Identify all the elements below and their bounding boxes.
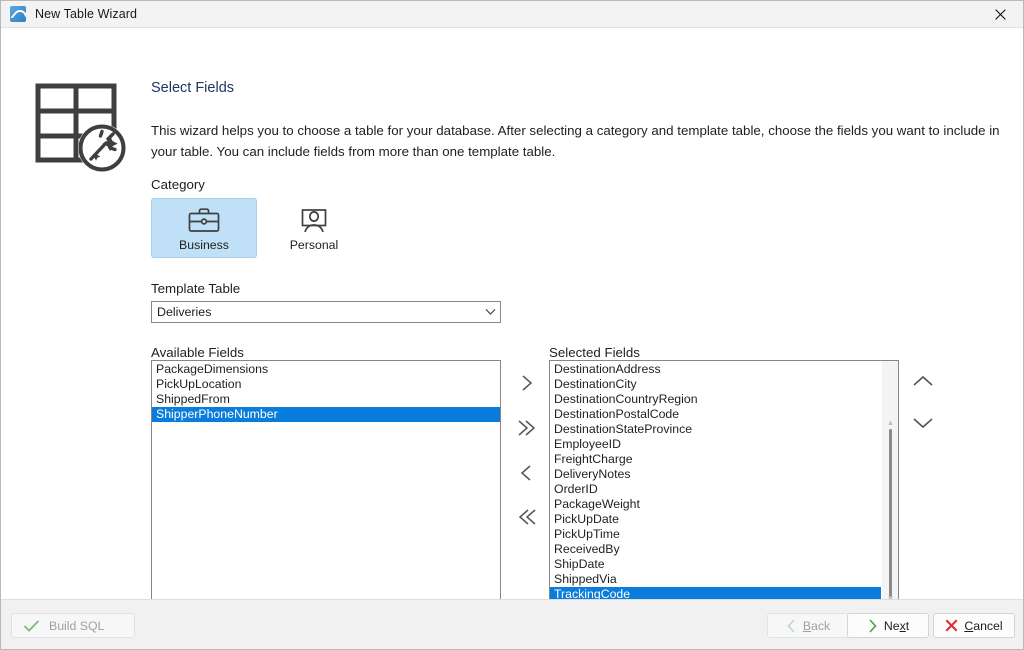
chevron-down-icon xyxy=(480,308,500,316)
wizard-content: Select Fields This wizard helps you to c… xyxy=(1,28,1023,620)
move-down-button[interactable] xyxy=(904,406,942,440)
page-description: This wizard helps you to choose a table … xyxy=(151,123,1000,159)
selected-field-item[interactable]: PickUpDate xyxy=(550,512,881,527)
move-all-right-button[interactable] xyxy=(510,411,544,445)
next-label: Next xyxy=(884,619,909,633)
selected-field-item[interactable]: PackageWeight xyxy=(550,497,881,512)
available-fields-label: Available Fields xyxy=(151,345,244,360)
back-button[interactable]: Back xyxy=(767,613,849,638)
category-option-personal-label: Personal xyxy=(289,237,339,252)
x-icon xyxy=(945,619,958,632)
move-all-left-button[interactable] xyxy=(510,500,544,534)
next-label-pre: Ne xyxy=(883,618,900,633)
page-title: Select Fields xyxy=(151,80,235,96)
available-field-item[interactable]: PickUpLocation xyxy=(152,377,500,392)
back-mnemonic: B xyxy=(802,618,812,633)
available-fields-listbox[interactable]: PackageDimensions PickUpLocation ShippedFr… xyxy=(151,360,501,620)
move-right-button[interactable] xyxy=(510,366,544,400)
cancel-label-post: ancel xyxy=(973,618,1003,633)
selected-field-item[interactable]: DestinationAddress xyxy=(550,362,881,377)
selected-fields-scrollbar[interactable]: ▲ ▼ xyxy=(881,361,898,619)
selected-field-item[interactable]: DestinationPostalCode xyxy=(550,407,881,422)
available-field-item[interactable]: ShipperPhoneNumber xyxy=(152,407,500,422)
selected-field-item[interactable]: ReceivedBy xyxy=(550,542,881,557)
table-magic-wand-icon xyxy=(34,80,126,172)
transfer-buttons xyxy=(510,364,544,534)
available-fields-items: PackageDimensions PickUpLocation ShippedFr… xyxy=(152,361,500,422)
template-table-select[interactable]: Deliveries xyxy=(151,301,501,323)
move-up-button[interactable] xyxy=(904,364,942,398)
close-icon[interactable] xyxy=(977,1,1023,27)
title-bar: New Table Wizard xyxy=(1,1,1023,28)
cancel-button[interactable]: Cancel xyxy=(933,613,1015,638)
selected-field-item[interactable]: DestinationCountryRegion xyxy=(550,392,881,407)
category-option-personal[interactable]: Personal xyxy=(261,198,367,258)
move-left-button[interactable] xyxy=(510,456,544,490)
template-table-label: Template Table xyxy=(151,281,241,296)
selected-field-item[interactable]: DestinationCity xyxy=(550,377,881,392)
category-option-business[interactable]: Business xyxy=(151,198,257,258)
selected-field-item[interactable]: ShippedVia xyxy=(550,572,881,587)
wizard-app-icon xyxy=(10,6,26,22)
build-sql-label: Build SQL xyxy=(49,618,105,633)
build-sql-button[interactable]: Build SQL xyxy=(11,613,135,638)
cancel-label: Cancel xyxy=(964,619,1002,633)
field-order-buttons xyxy=(904,364,942,440)
selected-field-item[interactable]: PickUpTime xyxy=(550,527,881,542)
selected-field-item[interactable]: DeliveryNotes xyxy=(550,467,881,482)
next-button[interactable]: Next xyxy=(847,613,929,638)
person-monitor-icon xyxy=(297,205,331,235)
template-table-value: Deliveries xyxy=(157,305,212,319)
next-label-post: t xyxy=(905,618,910,633)
category-label: Category xyxy=(151,177,205,192)
category-options: Business Personal xyxy=(151,198,367,258)
available-field-item[interactable]: PackageDimensions xyxy=(152,362,500,377)
scroll-up-icon[interactable]: ▲ xyxy=(882,415,898,429)
selected-field-item[interactable]: DestinationStateProvince xyxy=(550,422,881,437)
chevron-right-icon xyxy=(867,618,878,633)
cancel-mnemonic: C xyxy=(964,618,974,633)
back-label: Back xyxy=(803,619,830,633)
selected-fields-listbox[interactable]: DestinationAddress DestinationCity Destina… xyxy=(549,360,899,620)
scrollbar-thumb[interactable] xyxy=(889,429,892,604)
check-icon xyxy=(23,619,40,633)
selected-field-item[interactable]: ShipDate xyxy=(550,557,881,572)
selected-field-item[interactable]: OrderID xyxy=(550,482,881,497)
window-title: New Table Wizard xyxy=(35,7,138,21)
available-field-item[interactable]: ShippedFrom xyxy=(152,392,500,407)
back-label-post: ack xyxy=(811,618,831,633)
category-option-business-label: Business xyxy=(179,237,229,252)
chevron-left-icon xyxy=(786,618,797,633)
new-table-wizard-window: New Table Wizard Select Fields This wiza… xyxy=(0,0,1024,650)
selected-field-item[interactable]: FreightCharge xyxy=(550,452,881,467)
selected-field-item[interactable]: EmployeeID xyxy=(550,437,881,452)
selected-fields-items: DestinationAddress DestinationCity Destina… xyxy=(550,361,881,602)
selected-fields-label: Selected Fields xyxy=(549,345,640,360)
wizard-footer: Build SQL Back Next Cancel xyxy=(1,599,1023,649)
briefcase-icon xyxy=(187,205,221,235)
